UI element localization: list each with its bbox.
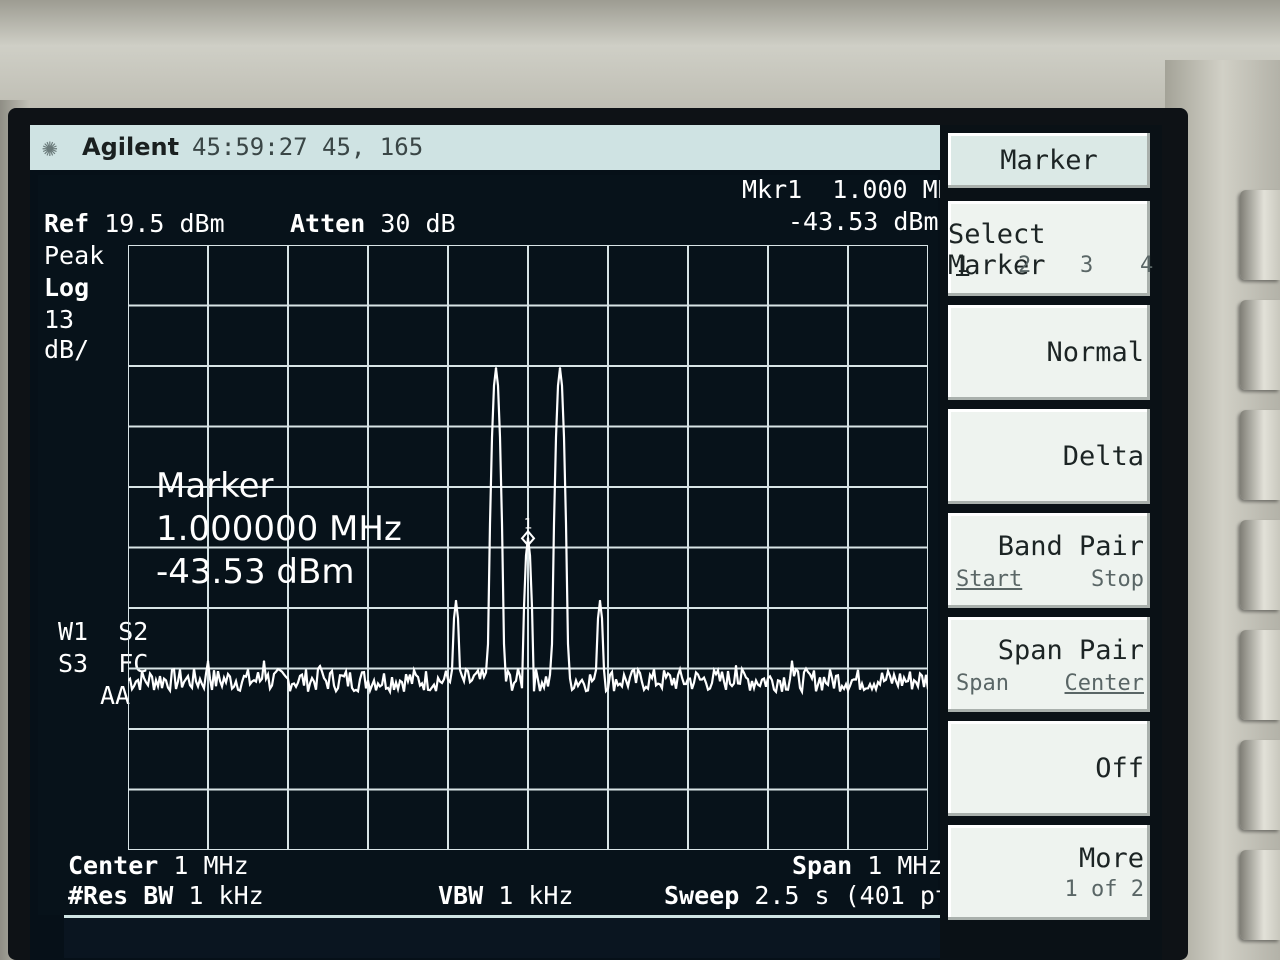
marker-readout-title: Marker bbox=[156, 466, 274, 506]
marker-number: 1 bbox=[524, 516, 532, 532]
hardware-softkey-2[interactable] bbox=[1240, 300, 1280, 390]
band-pair-button[interactable]: Band Pair Start Stop bbox=[948, 513, 1150, 608]
marker-option-2: 2 bbox=[1018, 253, 1032, 278]
delta-button[interactable]: Delta bbox=[948, 409, 1150, 504]
scale-type: Log bbox=[44, 273, 90, 302]
more-page: 1 of 2 bbox=[1064, 877, 1144, 902]
agilent-spark-logo-icon: ✺ bbox=[42, 133, 58, 163]
select-marker-button[interactable]: Select Marker 1 2 3 4 bbox=[948, 201, 1154, 296]
instrument-bezel-top bbox=[0, 0, 1280, 115]
title-bar: ✺ Agilent 45:59:27 45, 165 bbox=[30, 125, 940, 170]
attenuation: Atten 30 dB bbox=[290, 209, 456, 238]
marker-annotation-freq: Mkr1 1.000 MHz bbox=[742, 175, 968, 204]
marker-off-button[interactable]: Off bbox=[948, 721, 1150, 816]
spectrum-peak-point bbox=[526, 537, 530, 540]
softkey-menu-title: Marker bbox=[948, 133, 1150, 188]
normal-label: Normal bbox=[1046, 337, 1144, 368]
scale-value: 13 bbox=[44, 305, 75, 334]
spectrum-peak-point bbox=[318, 664, 322, 668]
marker-annotation-amp: -43.53 dBm bbox=[788, 207, 939, 236]
spectrum-peak-point bbox=[494, 367, 498, 370]
center-frequency: Center 1 MHz bbox=[68, 851, 249, 880]
spectrum-peak-point bbox=[598, 599, 602, 603]
spectrum-peak-point bbox=[734, 664, 738, 668]
clock-time: 45:59:27 bbox=[192, 133, 308, 161]
span-pair-button[interactable]: Span Pair Span Center bbox=[948, 617, 1150, 712]
ref-level: Ref 19.5 dBm bbox=[44, 209, 225, 238]
marker-option-3: 3 bbox=[1080, 253, 1094, 278]
marker-readout-freq: 1.000000 MHz bbox=[156, 509, 402, 549]
video-bandwidth: VBW 1 kHz bbox=[438, 881, 574, 910]
spectrum-peak-point bbox=[454, 599, 458, 603]
hardware-softkey-5[interactable] bbox=[1240, 630, 1280, 720]
delta-label: Delta bbox=[1062, 441, 1144, 472]
normal-button[interactable]: Normal bbox=[948, 305, 1150, 400]
more-button[interactable]: More 1 of 2 bbox=[948, 825, 1150, 920]
span-value: Span 1 MHz bbox=[792, 851, 943, 880]
measurement-display: Ref 19.5 dBm Atten 30 dB Mkr1 1.000 MHz … bbox=[38, 175, 980, 915]
span-pair-center: Center bbox=[1064, 671, 1144, 696]
marker-option-4: 4 bbox=[1140, 253, 1154, 278]
sweep-time: Sweep 2.5 s (401 pts) bbox=[664, 881, 981, 910]
hardware-softkey-4[interactable] bbox=[1240, 520, 1280, 610]
spectrum-peak-point bbox=[262, 660, 266, 663]
spectrum-peak-point bbox=[558, 367, 562, 370]
trace-flags-3: AA bbox=[100, 681, 131, 710]
spectrum-peak-point bbox=[790, 660, 794, 663]
resolution-bandwidth: #Res BW 1 kHz bbox=[68, 881, 264, 910]
marker-option-1: 1 bbox=[956, 253, 970, 278]
softkey-panel: Marker Select Marker 1 2 3 4 Normal Delt… bbox=[940, 125, 1162, 960]
cursor-coords: 45, 165 bbox=[322, 133, 424, 161]
detector-mode: Peak bbox=[44, 241, 105, 270]
span-pair-label: Span Pair bbox=[997, 635, 1144, 666]
off-label: Off bbox=[1095, 753, 1144, 784]
brand-name: Agilent bbox=[82, 133, 180, 161]
span-pair-span: Span bbox=[956, 671, 1009, 696]
more-label: More bbox=[1078, 843, 1144, 874]
marker-readout-amp: -43.53 dBm bbox=[156, 552, 355, 592]
hardware-softkey-3[interactable] bbox=[1240, 410, 1280, 500]
band-pair-stop: Stop bbox=[1091, 567, 1144, 592]
band-pair-label: Band Pair bbox=[997, 531, 1144, 562]
hardware-softkey-6[interactable] bbox=[1240, 740, 1280, 830]
hardware-softkey-7[interactable] bbox=[1240, 850, 1280, 940]
analyzer-screen: ✺ Agilent 45:59:27 45, 165 Ref 19.5 dBm … bbox=[30, 125, 1162, 960]
scale-unit: dB/ bbox=[44, 335, 90, 364]
marker-readout: Marker 1.000000 MHz -43.53 dBm bbox=[156, 465, 402, 594]
hardware-softkey-1[interactable] bbox=[1240, 190, 1280, 280]
band-pair-start: Start bbox=[956, 567, 1023, 592]
spectrum-peak-point bbox=[206, 660, 210, 663]
select-marker-label: Select Marker bbox=[948, 219, 1046, 281]
